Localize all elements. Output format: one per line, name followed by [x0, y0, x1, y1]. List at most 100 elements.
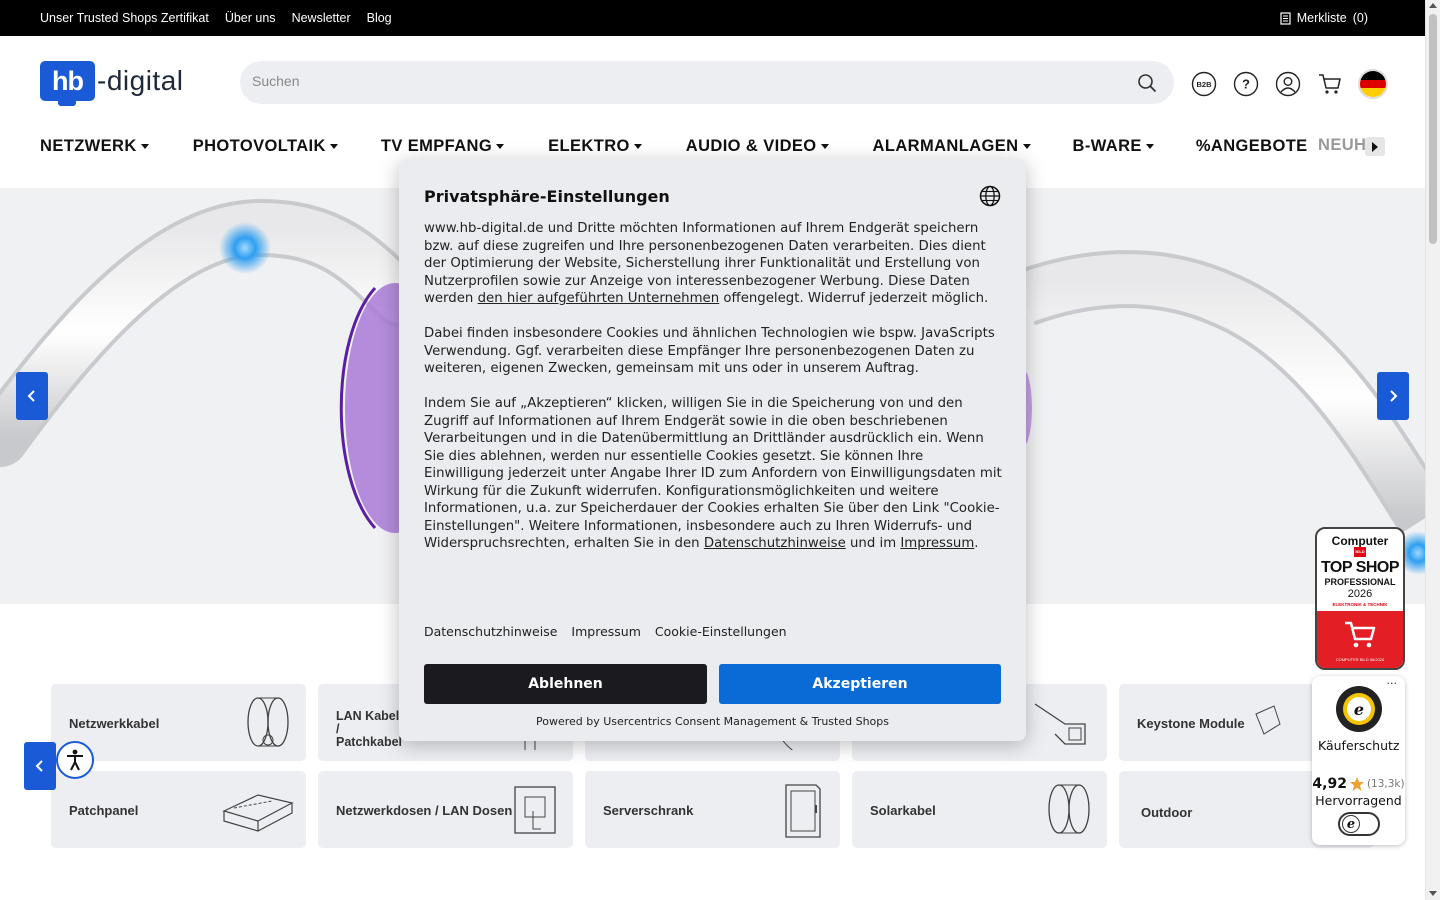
category-label: Netzwerkdosen / LAN Dosen — [336, 803, 513, 818]
category-label: Netzwerkkabel — [69, 716, 160, 731]
privacy-link-inline[interactable]: Datenschutzhinweise — [704, 536, 846, 551]
flag-stripe-red — [1360, 79, 1386, 89]
flag-stripe-black — [1360, 71, 1386, 80]
category-tile-netzwerkdosen[interactable]: Netzwerkdosen / LAN Dosen — [318, 771, 573, 848]
category-label: Outdoor — [1141, 805, 1193, 820]
top-link-about[interactable]: Über uns — [225, 11, 276, 25]
wishlist-count: (0) — [1352, 11, 1368, 25]
search-input[interactable] — [252, 73, 1112, 89]
nav-item-tv-empfang[interactable]: TV EMPFANG — [381, 136, 505, 156]
accessibility-icon — [67, 749, 83, 771]
badge-footnote: COMPUTER BILD 06/2026 — [1335, 657, 1385, 662]
privacy-link[interactable]: Datenschutzhinweise — [424, 624, 557, 639]
logo-mark: hb — [40, 61, 95, 106]
main-nav: NETZWERK PHOTOVOLTAIK TV EMPFANG ELEKTRO… — [40, 136, 1352, 156]
server-rack-icon — [785, 784, 821, 838]
search-bar — [240, 61, 1174, 104]
categories-prev-button[interactable] — [24, 742, 56, 790]
category-tile-patchpanel[interactable]: Patchpanel — [51, 771, 306, 848]
nav-item-alarmanlagen[interactable]: ALARMANLAGEN — [873, 136, 1031, 156]
top-link-newsletter[interactable]: Newsletter — [292, 11, 351, 25]
accept-button[interactable]: Akzeptieren — [719, 664, 1001, 704]
powered-by-text: Powered by Usercentrics Consent Manageme… — [535, 715, 889, 728]
badge-toggle[interactable]: e — [1338, 812, 1380, 836]
hero-next-button[interactable] — [1377, 372, 1409, 420]
b2b-text: B2B — [1196, 80, 1212, 89]
trusted-e-icon: e — [1342, 815, 1360, 833]
nav-item-audio-video[interactable]: AUDIO & VIDEO — [686, 136, 829, 156]
flag-stripe-gold — [1360, 88, 1386, 97]
nav-item-photovoltaik[interactable]: PHOTOVOLTAIK — [193, 136, 338, 156]
companies-link[interactable]: den hier aufgeführten Unternehmen — [478, 291, 720, 306]
header-icons: B2B ? — [1190, 69, 1388, 99]
badge-label: Käuferschutz — [1318, 738, 1400, 753]
help-text: ? — [1242, 77, 1250, 92]
nav-item-neuheiten[interactable]: NEUH — [1318, 136, 1366, 155]
consent-text: . — [974, 536, 979, 551]
badge-red-panel: COMPUTER BILD 06/2026 — [1317, 611, 1403, 668]
chevron-left-icon — [27, 390, 35, 402]
wishlist-label: Merkliste — [1296, 11, 1347, 25]
scrollbar-thumb[interactable] — [1429, 14, 1437, 244]
rj45-plug-icon — [1034, 703, 1086, 745]
help-icon[interactable]: ? — [1232, 70, 1260, 98]
topshop-badge[interactable]: Computer BILD TOP SHOP PROFESSIONAL 2026… — [1315, 527, 1405, 670]
badge-bild-logo: BILD — [1354, 547, 1366, 557]
trusted-shops-seal-icon: e — [1336, 686, 1382, 732]
nav-item-elektro[interactable]: ELEKTRO — [548, 136, 642, 156]
badge-menu-icon[interactable]: ... — [1387, 674, 1398, 687]
imprint-link-inline[interactable]: Impressum — [900, 536, 974, 551]
chevron-right-icon — [1372, 141, 1378, 152]
svg-text:e: e — [1354, 700, 1364, 719]
consent-body: www.hb-digital.de und Dritte möchten Inf… — [424, 220, 1002, 570]
top-link-blog[interactable]: Blog — [367, 11, 392, 25]
site-header: hb -digital B2B ? — [0, 36, 1425, 131]
b2b-icon[interactable]: B2B — [1190, 70, 1218, 98]
trusted-shops-badge[interactable]: ... e Käuferschutz 4,92 (13,3k) Hervorra… — [1312, 674, 1405, 845]
network-socket-icon — [514, 786, 556, 834]
nav-label: PHOTOVOLTAIK — [192, 136, 326, 155]
category-label: LAN Kabel / Patchkabel — [336, 709, 403, 749]
site-logo[interactable]: hb -digital — [40, 61, 184, 106]
decline-button[interactable]: Ablehnen — [424, 664, 707, 704]
caret-down-icon — [140, 143, 149, 149]
category-label: Patchpanel — [69, 803, 139, 818]
account-icon[interactable] — [1274, 70, 1302, 98]
cookie-settings-link[interactable]: Cookie-Einstellungen — [655, 624, 787, 639]
top-links: Unser Trusted Shops Zertifikat Über uns … — [40, 11, 392, 25]
category-tile-serverschrank[interactable]: Serverschrank — [585, 771, 840, 848]
language-globe-icon[interactable] — [979, 185, 1001, 211]
nav-scroll-right-button[interactable] — [1365, 137, 1385, 156]
caret-down-icon — [496, 143, 505, 149]
caret-down-icon — [820, 143, 829, 149]
accessibility-button[interactable] — [56, 741, 94, 779]
cable-reel-icon — [247, 697, 289, 747]
chevron-left-icon — [35, 760, 43, 772]
page-scrollbar[interactable] — [1425, 0, 1440, 900]
category-label: Solarkabel — [870, 803, 936, 818]
consent-dialog: Privatsphäre-Einstellungen www.hb-digita… — [399, 159, 1026, 741]
wishlist-link[interactable]: Merkliste (0) — [1280, 11, 1368, 25]
nav-label: %ANGEBOTE — [1195, 136, 1308, 155]
nav-item-netzwerk[interactable]: NETZWERK — [40, 136, 149, 156]
caret-down-icon — [1022, 143, 1031, 149]
cart-icon[interactable] — [1316, 70, 1344, 98]
scroll-down-arrow[interactable] — [1429, 891, 1437, 896]
nav-label: NETZWERK — [40, 136, 137, 155]
top-bar: Unser Trusted Shops Zertifikat Über uns … — [0, 0, 1425, 36]
scroll-up-arrow[interactable] — [1429, 3, 1437, 8]
category-tile-solarkabel[interactable]: Solarkabel — [852, 771, 1107, 848]
consent-paragraph-2: Dabei finden insbesondere Cookies und äh… — [424, 326, 995, 376]
imprint-link[interactable]: Impressum — [571, 624, 640, 639]
badge-count: (13,3k) — [1366, 778, 1405, 790]
top-link-trusted-shops[interactable]: Unser Trusted Shops Zertifikat — [40, 11, 209, 25]
nav-item-b-ware[interactable]: B-WARE — [1073, 136, 1154, 156]
consent-text: offengelegt. Widerruf jederzeit möglich. — [719, 291, 989, 306]
search-icon[interactable] — [1137, 73, 1157, 98]
caret-down-icon — [633, 143, 642, 149]
hero-prev-button[interactable] — [16, 372, 48, 420]
consent-text: Indem Sie auf „Akzeptieren“ klicken, wil… — [424, 396, 1002, 551]
logo-text: -digital — [97, 65, 184, 96]
nav-item-angebote[interactable]: %ANGEBOTE — [1196, 136, 1308, 156]
flag-de-icon[interactable] — [1358, 69, 1388, 99]
